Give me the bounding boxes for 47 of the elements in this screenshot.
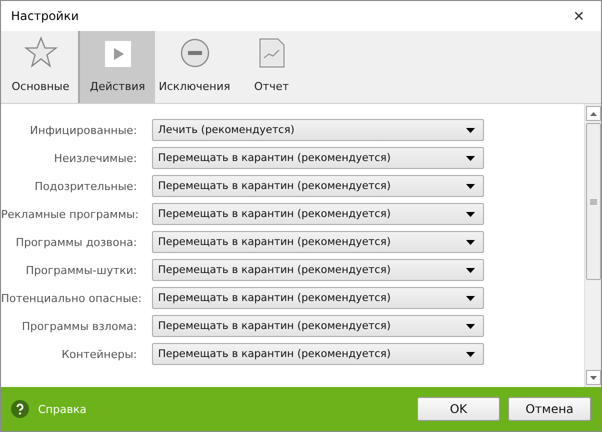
action-dropdown[interactable]: Перемещать в карантин (рекомендуется): [152, 203, 484, 225]
scroll-up-button[interactable]: [586, 106, 600, 121]
action-dropdown[interactable]: Перемещать в карантин (рекомендуется): [152, 147, 484, 169]
up-arrow-icon: [590, 112, 596, 116]
action-dropdown[interactable]: Перемещать в карантин (рекомендуется): [152, 287, 484, 309]
field-label: Контейнеры:: [60, 348, 138, 360]
field-label: Рекламные программы:: [1, 208, 140, 220]
field-label: Неизлечимые:: [53, 152, 138, 164]
scroll-down-button[interactable]: [586, 370, 600, 385]
action-dropdown[interactable]: Перемещать в карантин (рекомендуется): [152, 343, 484, 365]
action-dropdown[interactable]: Лечить (рекомендуется): [152, 119, 484, 141]
caret-icon: [466, 324, 475, 328]
document-chart-icon: [258, 38, 284, 68]
caret-icon: [466, 156, 475, 160]
caret-icon: [466, 128, 475, 132]
tab[interactable]: Отчет: [232, 31, 309, 103]
field-label: Программы дозвона:: [14, 236, 138, 248]
field-label: Инфицированные:: [28, 124, 138, 136]
help-icon: [11, 400, 29, 418]
scrollbar[interactable]: [584, 104, 601, 387]
window-title: Настройки: [11, 9, 79, 23]
field-label: Подозрительные:: [34, 180, 138, 192]
tab[interactable]: Исключения: [155, 31, 232, 103]
dialog-button[interactable]: Отмена: [508, 397, 591, 421]
action-dropdown[interactable]: Перемещать в карантин (рекомендуется): [152, 259, 484, 281]
dialog-button[interactable]: OK: [417, 397, 500, 421]
caret-icon: [466, 352, 475, 356]
action-dropdown[interactable]: Перемещать в карантин (рекомендуется): [152, 175, 484, 197]
caret-icon: [466, 240, 475, 244]
action-dropdown[interactable]: Перемещать в карантин (рекомендуется): [152, 231, 484, 253]
field-label: Программы-шутки:: [24, 264, 138, 276]
down-arrow-icon: [590, 376, 596, 380]
star-icon: [24, 36, 58, 68]
tab[interactable]: Основные: [1, 31, 78, 103]
caret-icon: [466, 296, 475, 300]
action-dropdown[interactable]: Перемещать в карантин (рекомендуется): [152, 315, 484, 337]
caret-icon: [466, 212, 475, 216]
field-label: Программы взлома:: [20, 320, 138, 332]
minus-circle-icon: [180, 38, 210, 68]
scroll-thumb[interactable]: [586, 123, 600, 280]
play-icon: [104, 40, 130, 68]
grip-icon: [590, 198, 596, 204]
caret-icon: [466, 184, 475, 188]
close-button[interactable]: ✕: [557, 1, 601, 31]
field-label: Потенциально опасные:: [1, 292, 143, 304]
tab[interactable]: Действия: [78, 31, 155, 103]
caret-icon: [466, 268, 475, 272]
